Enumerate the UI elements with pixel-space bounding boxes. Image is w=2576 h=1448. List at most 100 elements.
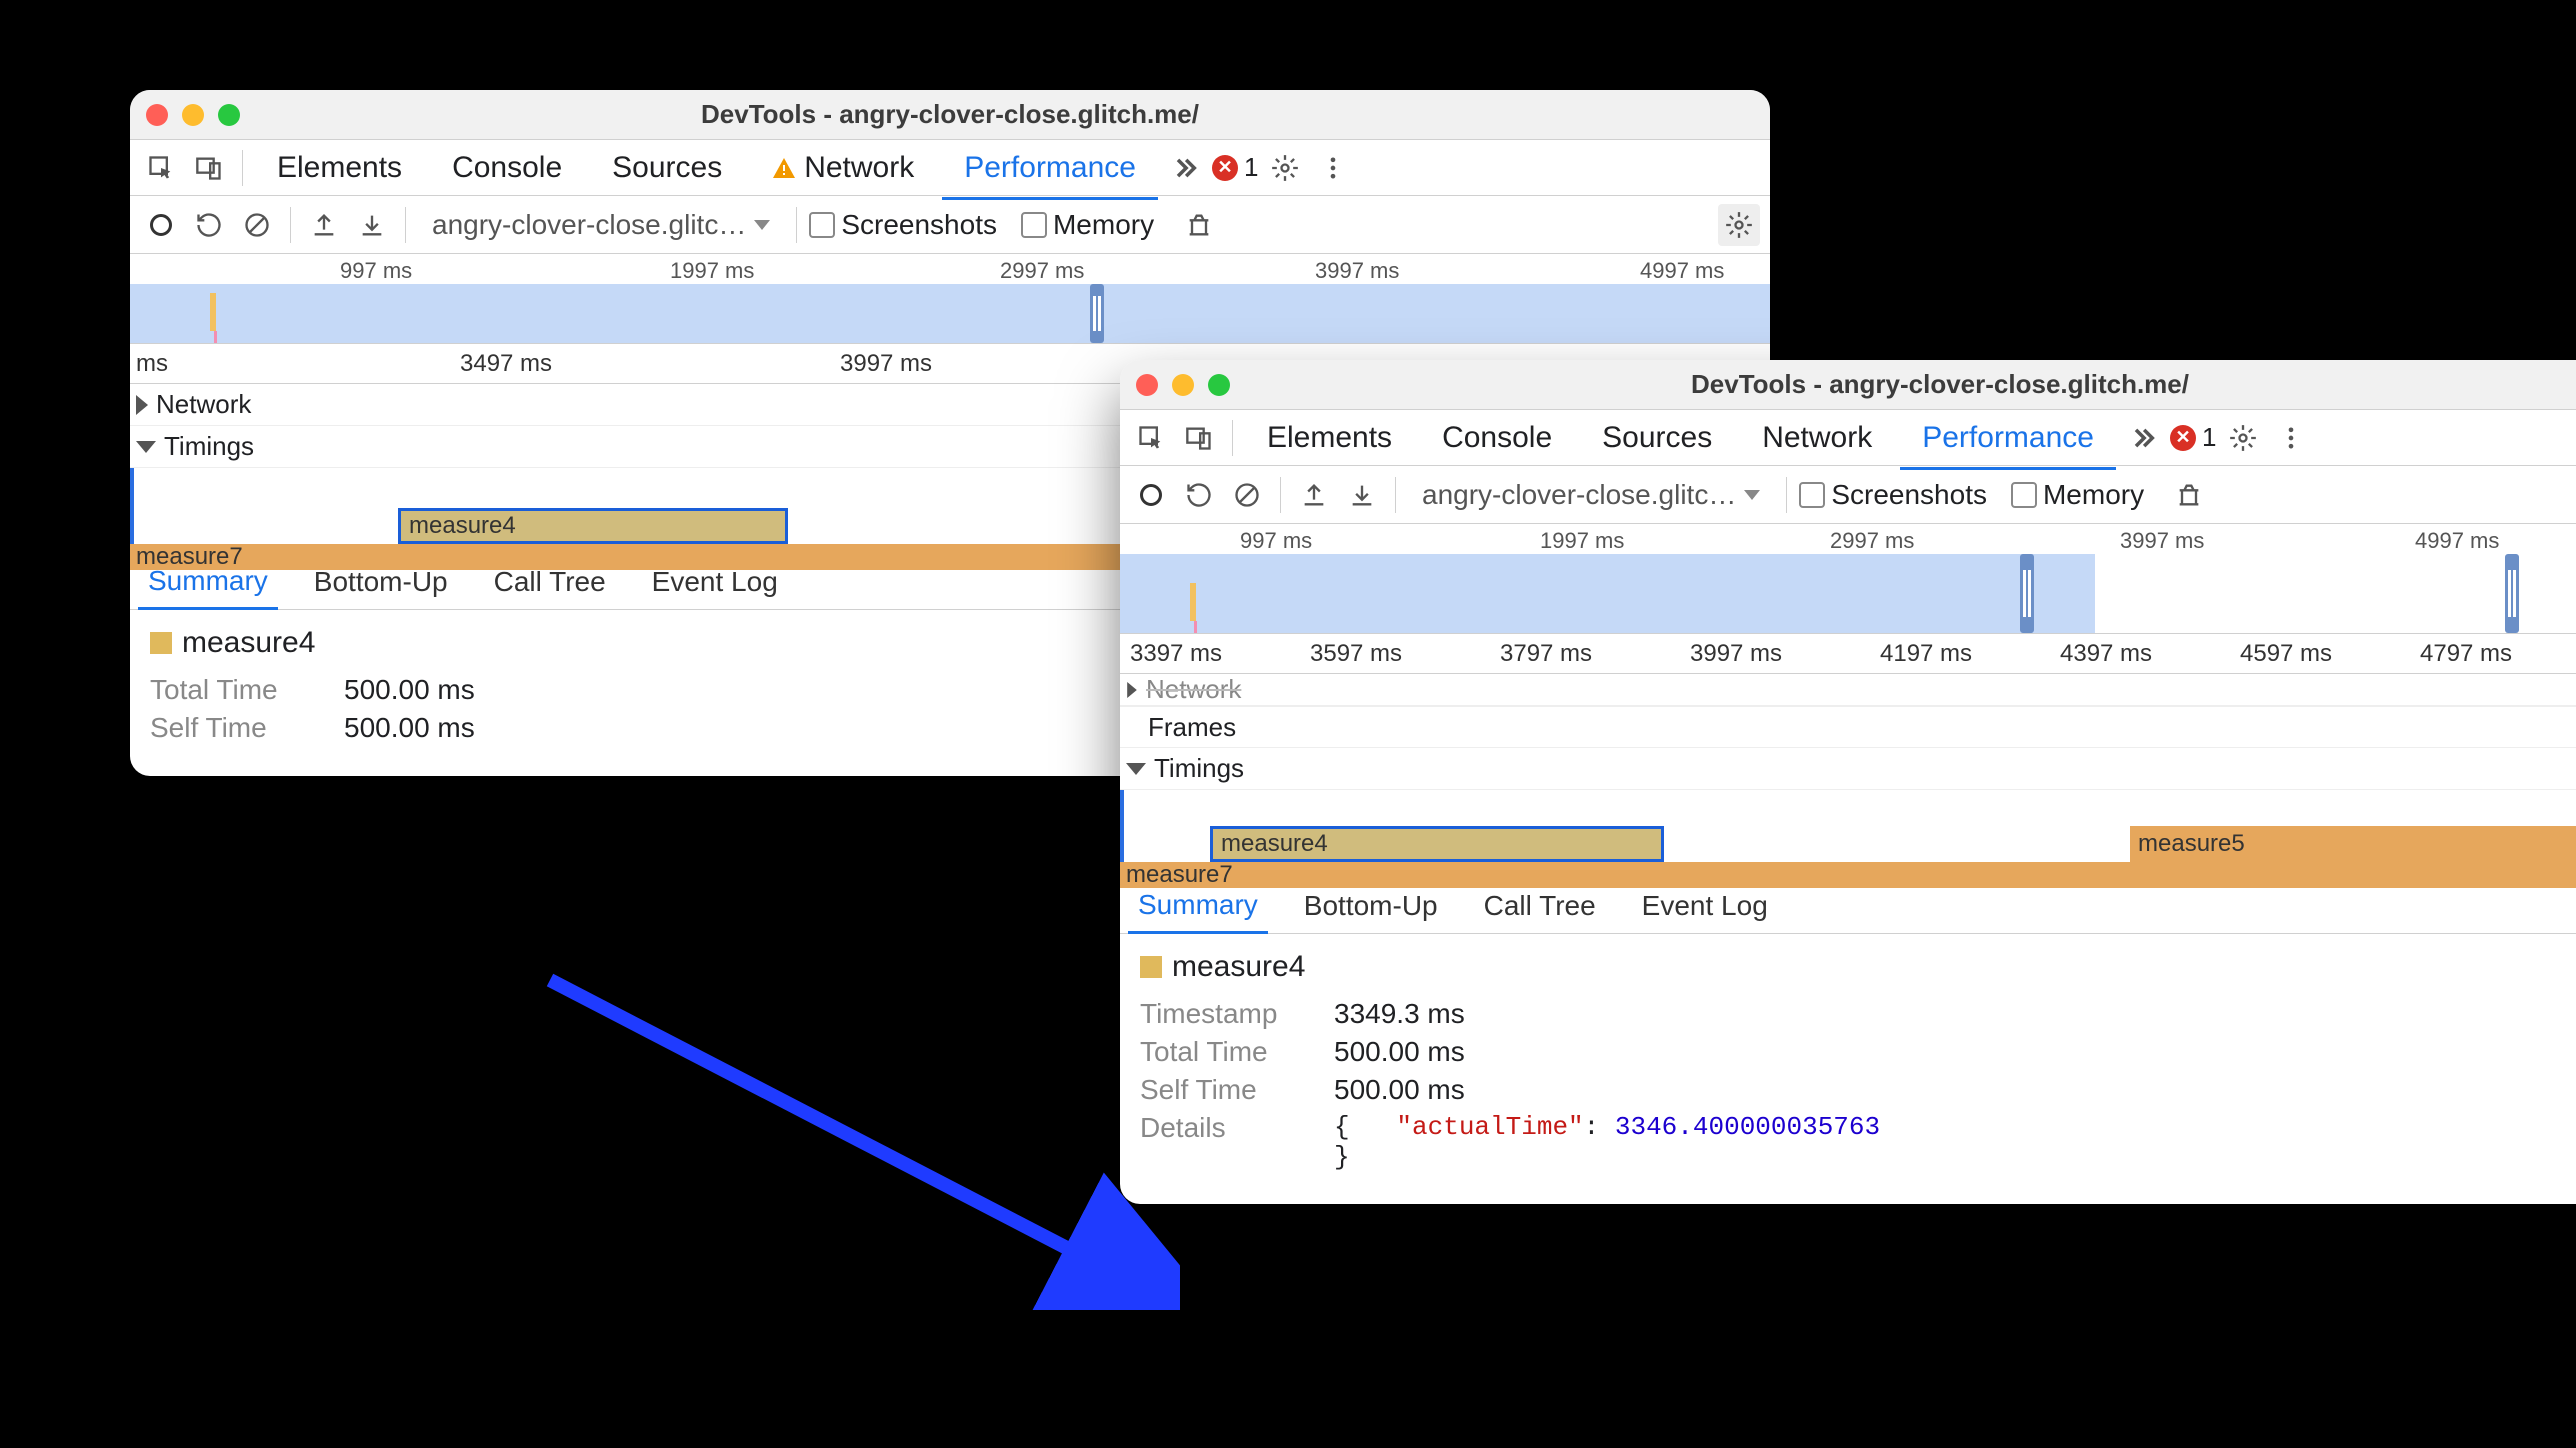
ruler-tick: 3497 ms bbox=[460, 350, 552, 378]
tab-sources[interactable]: Sources bbox=[590, 139, 744, 197]
memory-label: Memory bbox=[2043, 479, 2144, 511]
titlebar[interactable]: DevTools - angry-clover-close.glitch.me/ bbox=[130, 90, 1770, 140]
traffic-lights bbox=[146, 104, 240, 126]
tab-elements[interactable]: Elements bbox=[1245, 409, 1414, 467]
summary-panel: measure4 Timestamp3349.3 ms Total Time50… bbox=[1120, 934, 2576, 1204]
kebab-icon[interactable] bbox=[1312, 147, 1354, 189]
track-network-label: Network bbox=[1146, 674, 1241, 705]
clear-icon[interactable] bbox=[236, 204, 278, 246]
overview-tick: 1997 ms bbox=[670, 258, 754, 284]
timing-bar-measure4[interactable]: measure4 bbox=[1210, 826, 1664, 862]
summary-key: Total Time bbox=[1140, 1036, 1310, 1068]
record-button[interactable] bbox=[1130, 474, 1172, 516]
timing-bar-measure4[interactable]: measure4 bbox=[398, 508, 788, 544]
overview-tick: 2997 ms bbox=[1000, 258, 1084, 284]
perf-toolbar: angry-clover-close.glitc… Screenshots Me… bbox=[130, 196, 1770, 254]
divider bbox=[290, 207, 291, 243]
ruler-tick: 3997 ms bbox=[840, 350, 932, 378]
track-frames-label: Frames bbox=[1148, 712, 1236, 743]
tab-network[interactable]: Network bbox=[1740, 409, 1894, 467]
device-toggle-icon[interactable] bbox=[1178, 417, 1220, 459]
tab-sources[interactable]: Sources bbox=[1580, 409, 1734, 467]
reload-icon[interactable] bbox=[188, 204, 230, 246]
summary-key: Self Time bbox=[1140, 1074, 1310, 1106]
profile-dropdown-label: angry-clover-close.glitc… bbox=[1422, 479, 1736, 511]
color-swatch-icon bbox=[1140, 956, 1162, 978]
inspect-icon[interactable] bbox=[1130, 417, 1172, 459]
memory-checkbox[interactable] bbox=[1021, 212, 1047, 238]
zoom-icon[interactable] bbox=[218, 104, 240, 126]
kebab-icon[interactable] bbox=[2270, 417, 2312, 459]
error-badge[interactable]: ✕ 1 bbox=[1212, 152, 1258, 183]
titlebar[interactable]: DevTools - angry-clover-close.glitch.me/ bbox=[1120, 360, 2576, 410]
overview-left-handle[interactable] bbox=[1090, 284, 1104, 343]
divider bbox=[1280, 477, 1281, 513]
divider bbox=[1232, 420, 1233, 456]
perf-toolbar: angry-clover-close.glitc… Screenshots Me… bbox=[1120, 466, 2576, 524]
record-button[interactable] bbox=[140, 204, 182, 246]
timings-body[interactable]: measure4 measure5 measure7 bbox=[1120, 790, 2576, 878]
summary-details-code: { "actualTime": 3346.400000035763 } bbox=[1334, 1112, 1880, 1172]
overview-right-handle[interactable] bbox=[2505, 554, 2519, 633]
upload-icon[interactable] bbox=[1293, 474, 1335, 516]
disclosure-right-icon bbox=[136, 395, 148, 415]
timing-bar-measure5[interactable]: measure5 bbox=[2130, 826, 2576, 862]
settings-gear-icon[interactable] bbox=[2222, 417, 2264, 459]
track-timings[interactable]: Timings bbox=[1120, 748, 2576, 790]
minimize-icon[interactable] bbox=[182, 104, 204, 126]
close-icon[interactable] bbox=[146, 104, 168, 126]
tab-console[interactable]: Console bbox=[1420, 409, 1574, 467]
tab-elements[interactable]: Elements bbox=[255, 139, 424, 197]
minimize-icon[interactable] bbox=[1172, 374, 1194, 396]
main-tabs: Elements Console Sources Network Perform… bbox=[1120, 410, 2576, 466]
screenshots-label: Screenshots bbox=[841, 209, 997, 241]
close-icon[interactable] bbox=[1136, 374, 1158, 396]
error-icon: ✕ bbox=[1212, 155, 1238, 181]
tab-performance[interactable]: Performance bbox=[1900, 409, 2116, 470]
summary-val: 500.00 ms bbox=[1334, 1036, 1465, 1068]
garbage-collect-icon[interactable] bbox=[2168, 474, 2210, 516]
tab-console[interactable]: Console bbox=[430, 139, 584, 197]
track-network[interactable]: Network bbox=[1120, 674, 2576, 706]
divider bbox=[242, 150, 243, 186]
summary-key: Total Time bbox=[150, 674, 320, 706]
memory-checkbox[interactable] bbox=[2011, 482, 2037, 508]
devtools-window-2: DevTools - angry-clover-close.glitch.me/… bbox=[1120, 360, 2576, 1204]
profile-dropdown[interactable]: angry-clover-close.glitc… bbox=[418, 205, 784, 245]
tab-performance[interactable]: Performance bbox=[942, 139, 1158, 200]
panel-settings-gear-icon[interactable] bbox=[1718, 204, 1760, 246]
overview-left-handle[interactable] bbox=[2020, 554, 2034, 633]
summary-name: measure4 bbox=[182, 626, 315, 660]
more-tabs-icon[interactable] bbox=[2122, 417, 2164, 459]
tab-network-label: Network bbox=[804, 151, 914, 185]
ruler-tick: 3797 ms bbox=[1500, 640, 1592, 668]
settings-gear-icon[interactable] bbox=[1264, 147, 1306, 189]
error-badge[interactable]: ✕ 1 bbox=[2170, 422, 2216, 453]
garbage-collect-icon[interactable] bbox=[1178, 204, 1220, 246]
timeline-ruler[interactable]: 3397 ms 3597 ms 3797 ms 3997 ms 4197 ms … bbox=[1120, 634, 2576, 674]
screenshots-checkbox[interactable] bbox=[809, 212, 835, 238]
overview-tick: 997 ms bbox=[1240, 528, 1312, 554]
summary-key: Self Time bbox=[150, 712, 320, 744]
tab-network[interactable]: Network bbox=[750, 139, 936, 197]
profile-dropdown[interactable]: angry-clover-close.glitc… bbox=[1408, 475, 1774, 515]
screenshots-checkbox[interactable] bbox=[1799, 482, 1825, 508]
more-tabs-icon[interactable] bbox=[1164, 147, 1206, 189]
timing-bar-measure7[interactable]: measure7 bbox=[1120, 862, 2576, 888]
overview-tick: 4997 ms bbox=[2415, 528, 2499, 554]
zoom-icon[interactable] bbox=[1208, 374, 1230, 396]
overview-strip[interactable]: 997 ms 1997 ms 2997 ms 3997 ms 4997 ms bbox=[130, 254, 1770, 344]
overview-tick: 3997 ms bbox=[1315, 258, 1399, 284]
reload-icon[interactable] bbox=[1178, 474, 1220, 516]
upload-icon[interactable] bbox=[303, 204, 345, 246]
clear-icon[interactable] bbox=[1226, 474, 1268, 516]
device-toggle-icon[interactable] bbox=[188, 147, 230, 189]
disclosure-down-icon bbox=[1126, 763, 1146, 775]
download-icon[interactable] bbox=[351, 204, 393, 246]
window-title: DevTools - angry-clover-close.glitch.me/ bbox=[130, 99, 1770, 130]
track-frames[interactable]: Frames bbox=[1120, 706, 2576, 748]
overview-strip[interactable]: 997 ms 1997 ms 2997 ms 3997 ms 4997 ms C… bbox=[1120, 524, 2576, 634]
inspect-icon[interactable] bbox=[140, 147, 182, 189]
summary-details-label: Details bbox=[1140, 1112, 1310, 1172]
download-icon[interactable] bbox=[1341, 474, 1383, 516]
